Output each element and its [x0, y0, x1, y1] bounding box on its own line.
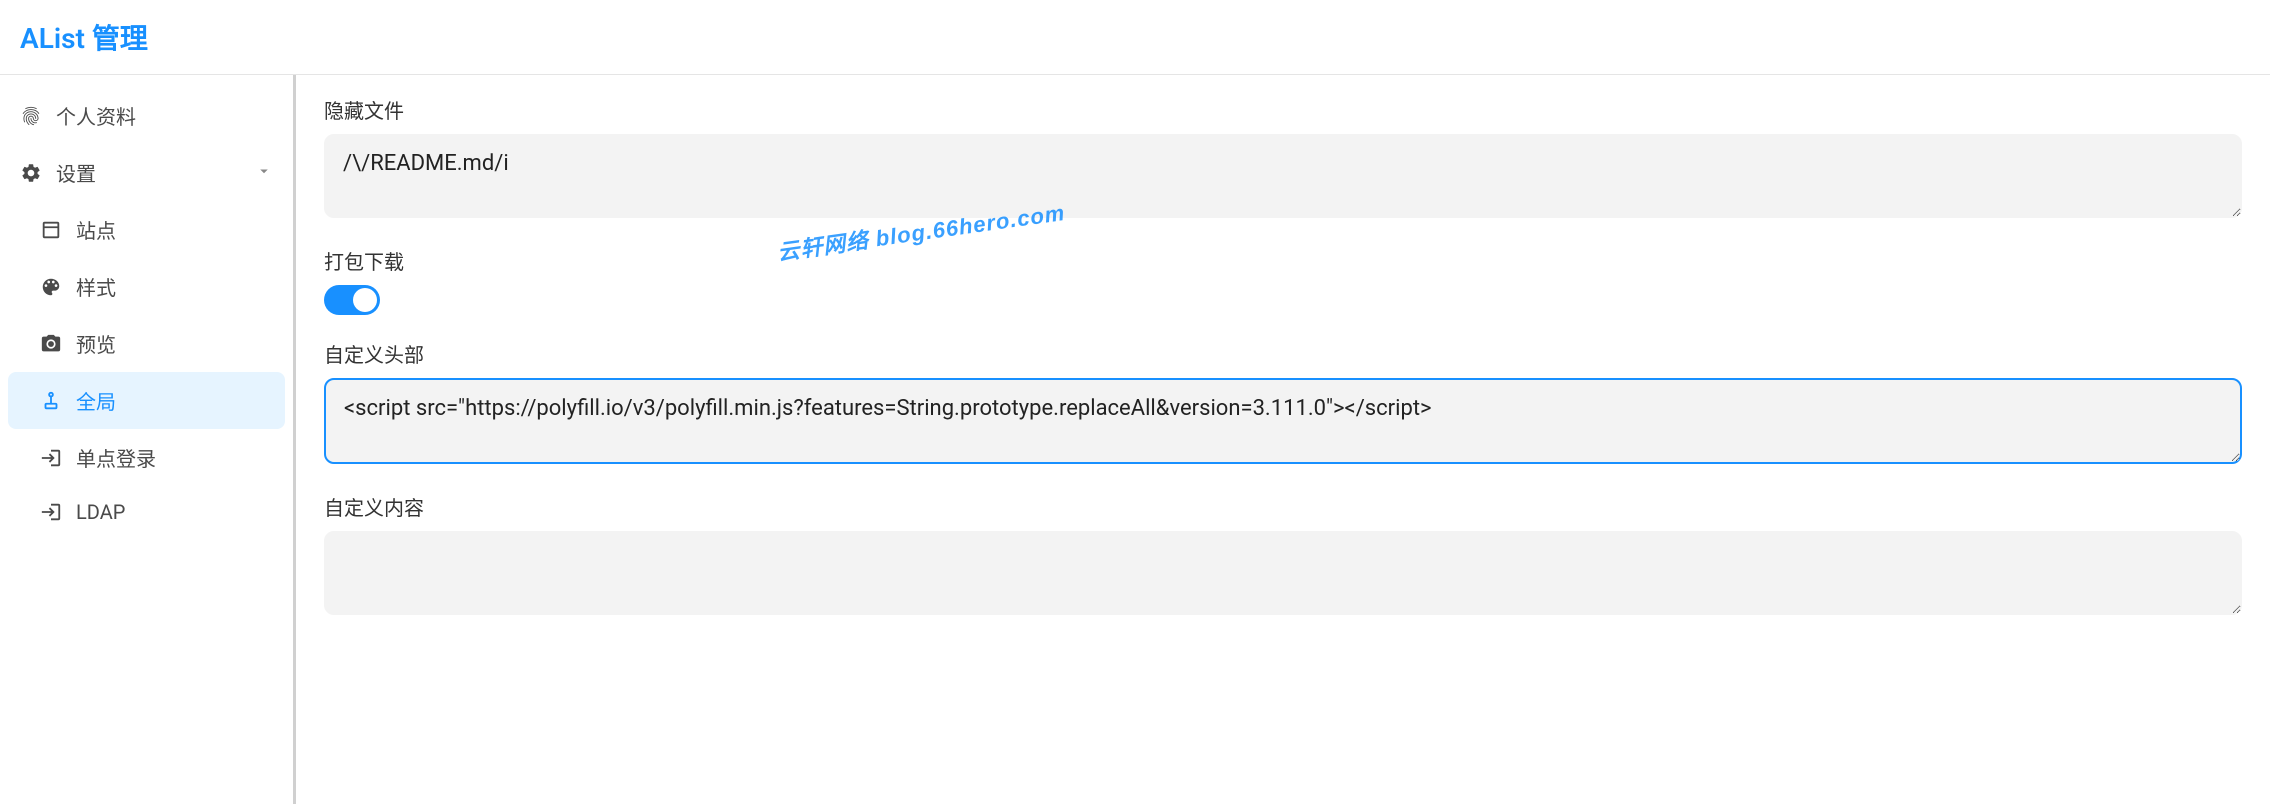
- sidebar-item-preview[interactable]: 预览: [8, 315, 285, 372]
- field-label-custom-head: 自定义头部: [324, 339, 2242, 368]
- sidebar-item-style[interactable]: 样式: [8, 258, 285, 315]
- sidebar-item-ldap[interactable]: LDAP: [8, 486, 285, 538]
- sidebar-item-label: 个人资料: [56, 101, 273, 130]
- window-icon: [40, 219, 62, 241]
- gear-icon: [20, 162, 42, 184]
- login-icon: [40, 447, 62, 469]
- joystick-icon: [40, 390, 62, 412]
- package-download-toggle[interactable]: [324, 285, 380, 315]
- sidebar-item-label: 站点: [76, 215, 273, 244]
- hidden-files-input[interactable]: [324, 134, 2242, 218]
- main-content: 隐藏文件 云轩网络 blog.66hero.com 打包下载 自定义头部 自定义…: [296, 75, 2270, 804]
- sidebar-item-profile[interactable]: 个人资料: [8, 87, 285, 144]
- sidebar-item-label: 设置: [56, 158, 241, 187]
- sidebar-item-global[interactable]: 全局: [8, 372, 285, 429]
- toggle-knob: [353, 288, 377, 312]
- sidebar-item-label: 单点登录: [76, 443, 273, 472]
- header: AList 管理: [0, 0, 2270, 75]
- login-icon: [40, 501, 62, 523]
- sidebar-item-label: LDAP: [76, 500, 273, 524]
- custom-content-input[interactable]: [324, 531, 2242, 615]
- sidebar: 个人资料 设置 站点 样式 预览: [0, 75, 296, 804]
- sidebar-item-label: 预览: [76, 329, 273, 358]
- chevron-down-icon: [255, 161, 273, 185]
- field-label-hidden-files: 隐藏文件: [324, 95, 2242, 124]
- camera-icon: [40, 333, 62, 355]
- sidebar-item-label: 样式: [76, 272, 273, 301]
- sidebar-item-sso[interactable]: 单点登录: [8, 429, 285, 486]
- palette-icon: [40, 276, 62, 298]
- fingerprint-icon: [20, 105, 42, 127]
- field-label-custom-content: 自定义内容: [324, 492, 2242, 521]
- custom-head-input[interactable]: [324, 378, 2242, 464]
- sidebar-item-site[interactable]: 站点: [8, 201, 285, 258]
- field-label-package-download: 打包下载: [324, 246, 2242, 275]
- sidebar-item-settings[interactable]: 设置: [8, 144, 285, 201]
- layout: 个人资料 设置 站点 样式 预览: [0, 75, 2270, 804]
- sidebar-item-label: 全局: [76, 386, 273, 415]
- app-title: AList 管理: [20, 17, 148, 57]
